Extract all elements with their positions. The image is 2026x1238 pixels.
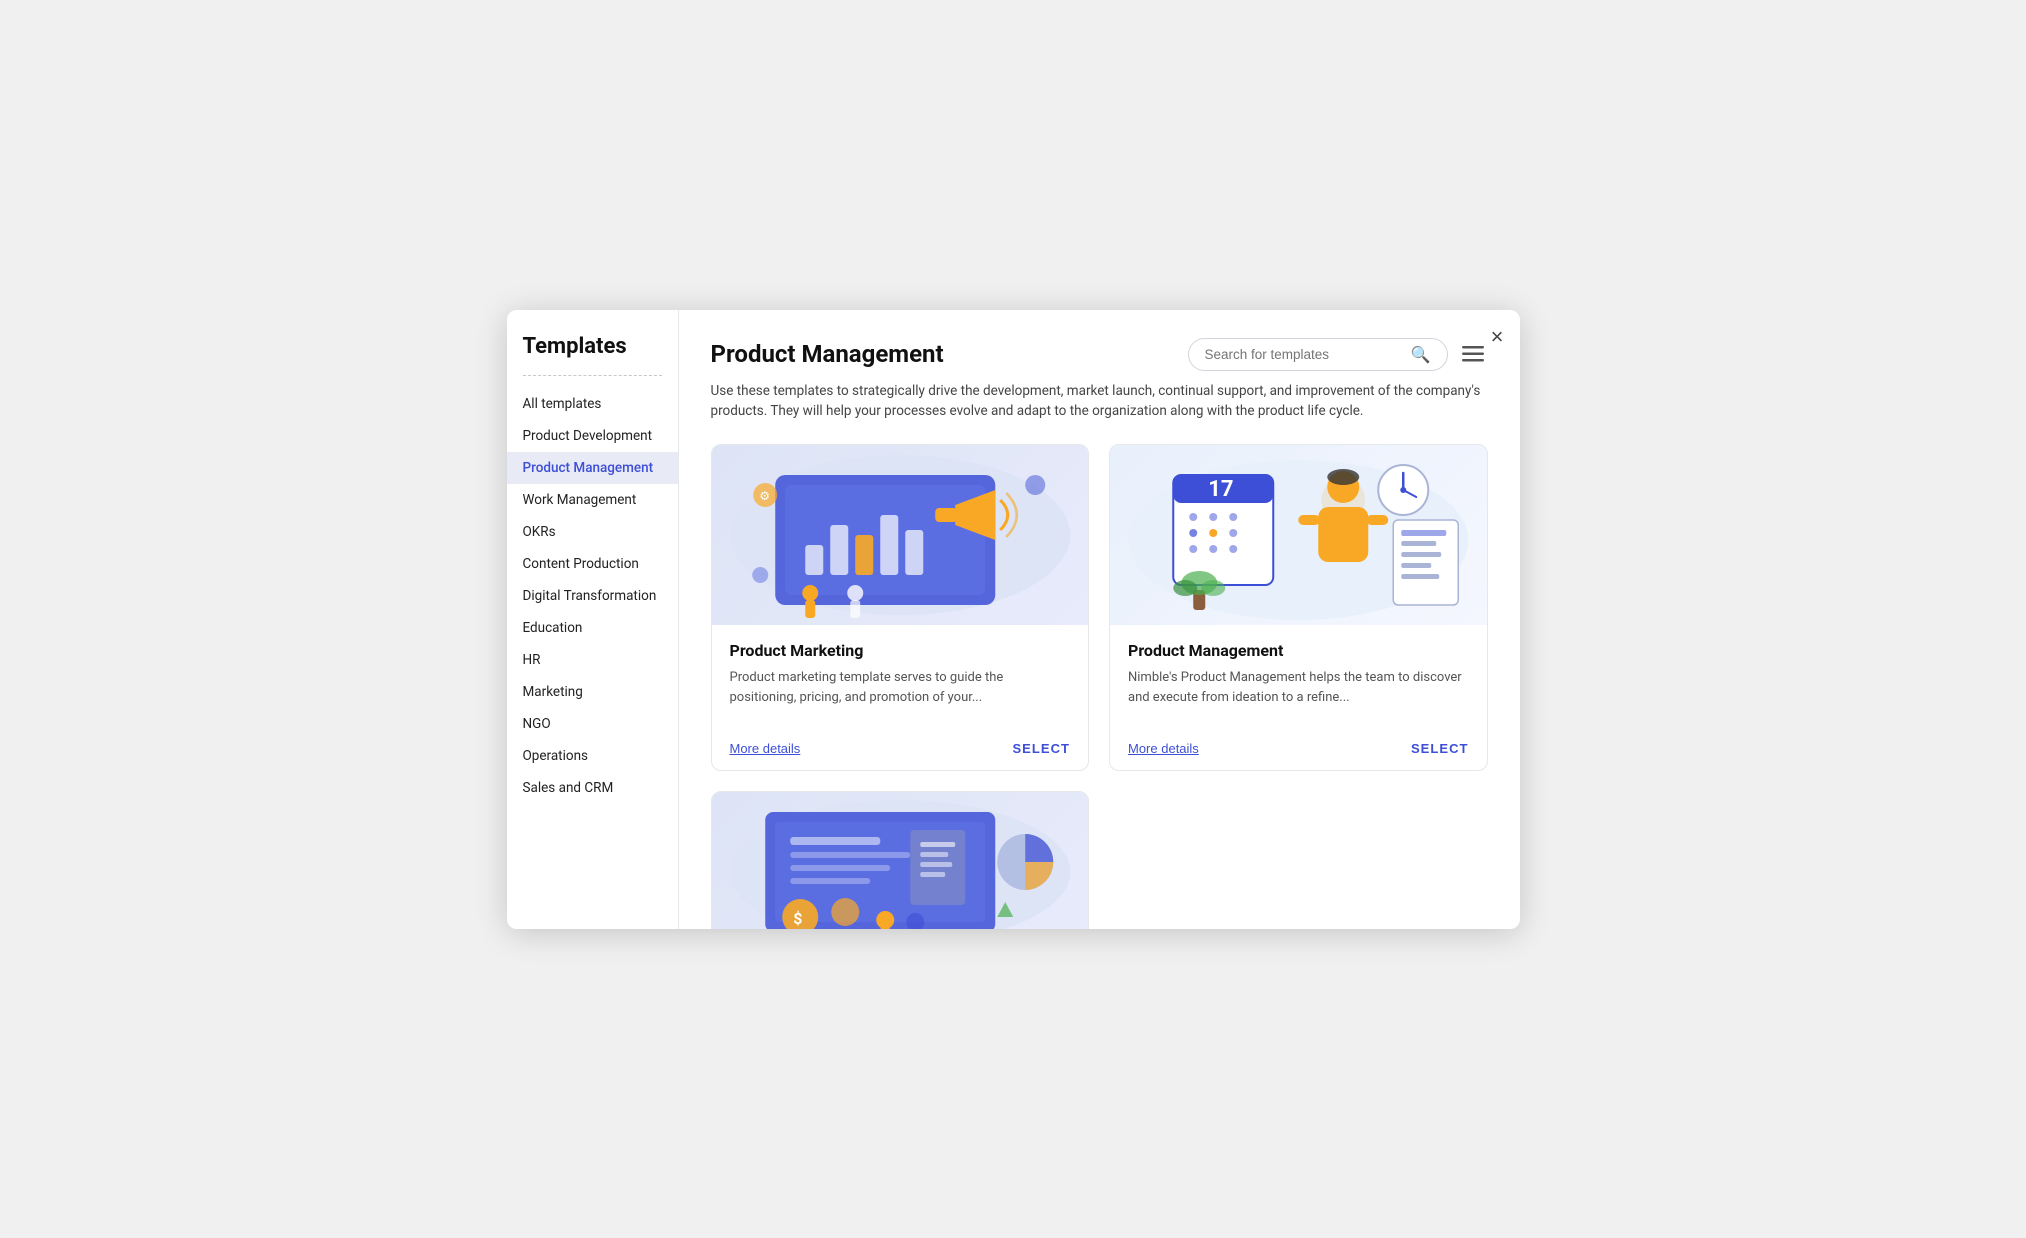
svg-text:$: $ xyxy=(793,909,802,928)
main-content: Product Management 🔍 Use these templates… xyxy=(679,310,1520,929)
sidebar-item-product-development[interactable]: Product Development xyxy=(507,420,678,452)
sidebar-item-content-production[interactable]: Content Production xyxy=(507,548,678,580)
card-product-event-management[interactable]: $ xyxy=(711,791,1090,928)
card-body-product-management: Product Management Nimble's Product Mana… xyxy=(1110,625,1487,733)
more-details-product-management[interactable]: More details xyxy=(1128,741,1199,756)
search-bar: 🔍 xyxy=(1188,338,1448,371)
sidebar-item-ngo[interactable]: NGO xyxy=(507,708,678,740)
select-product-management[interactable]: SELECT xyxy=(1411,741,1469,756)
svg-text:17: 17 xyxy=(1208,477,1233,502)
sidebar: Templates All templates Product Developm… xyxy=(507,310,679,929)
card-desc-product-management: Nimble's Product Management helps the te… xyxy=(1128,668,1469,707)
svg-text:⚙: ⚙ xyxy=(759,489,770,503)
sidebar-item-work-management[interactable]: Work Management xyxy=(507,484,678,516)
sidebar-item-all-templates[interactable]: All templates xyxy=(507,388,678,420)
sidebar-item-hr[interactable]: HR xyxy=(507,644,678,676)
sidebar-item-okrs[interactable]: OKRs xyxy=(507,516,678,548)
select-product-marketing[interactable]: SELECT xyxy=(1012,741,1070,756)
card-product-management[interactable]: 17 xyxy=(1109,444,1488,771)
sidebar-item-product-management[interactable]: Product Management xyxy=(507,452,678,484)
sidebar-item-operations[interactable]: Operations xyxy=(507,740,678,772)
search-icon: 🔍 xyxy=(1411,345,1431,364)
card-title-product-marketing: Product Marketing xyxy=(730,641,1071,660)
close-button[interactable]: × xyxy=(1491,326,1504,348)
sidebar-item-digital-transformation[interactable]: Digital Transformation xyxy=(507,580,678,612)
card-desc-product-marketing: Product marketing template serves to gui… xyxy=(730,668,1071,707)
card-footer-product-marketing: More details SELECT xyxy=(712,733,1089,770)
main-header: Product Management 🔍 xyxy=(711,338,1488,371)
sidebar-item-marketing[interactable]: Marketing xyxy=(507,676,678,708)
sidebar-item-education[interactable]: Education xyxy=(507,612,678,644)
modal: Templates All templates Product Developm… xyxy=(507,310,1520,929)
card-image-product-event-management: $ xyxy=(712,792,1089,928)
card-image-product-marketing: ⚙ xyxy=(712,445,1089,625)
card-image-product-management: 17 xyxy=(1110,445,1487,625)
card-body-product-marketing: Product Marketing Product marketing temp… xyxy=(712,625,1089,733)
sidebar-item-sales-and-crm[interactable]: Sales and CRM xyxy=(507,772,678,804)
main-description: Use these templates to strategically dri… xyxy=(711,381,1488,423)
cards-grid: ⚙ Product Marketing Product marketing te… xyxy=(711,444,1488,928)
sidebar-title: Templates xyxy=(507,334,678,375)
search-input[interactable] xyxy=(1205,347,1403,362)
list-view-button[interactable] xyxy=(1458,341,1488,367)
sidebar-divider xyxy=(523,375,662,376)
page-title: Product Management xyxy=(711,340,944,368)
card-title-product-management: Product Management xyxy=(1128,641,1469,660)
card-footer-product-management: More details SELECT xyxy=(1110,733,1487,770)
card-product-marketing[interactable]: ⚙ Product Marketing Product marketing te… xyxy=(711,444,1090,771)
more-details-product-marketing[interactable]: More details xyxy=(730,741,801,756)
header-actions: 🔍 xyxy=(1188,338,1488,371)
